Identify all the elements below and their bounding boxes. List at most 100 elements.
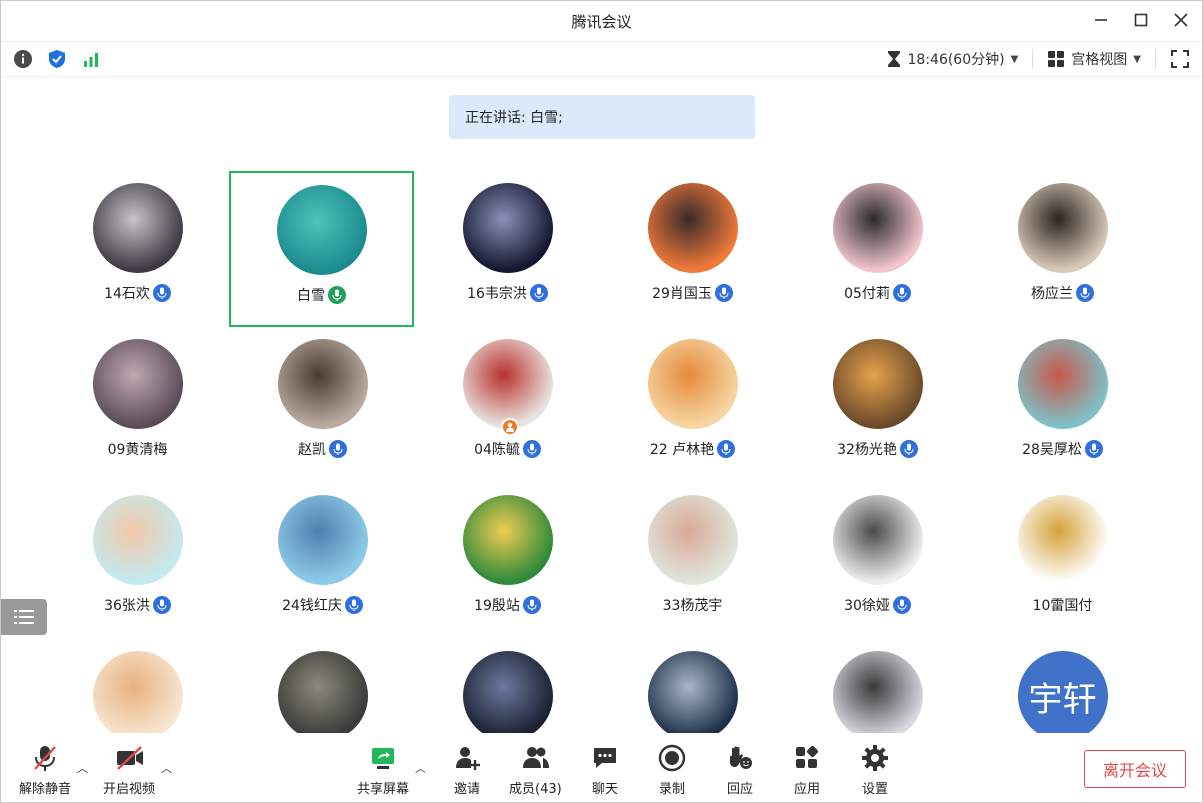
unmute-button[interactable]: 解除静音 bbox=[19, 744, 71, 797]
participant-tile[interactable]: 宇轩 bbox=[970, 639, 1155, 733]
toolbar-divider bbox=[1032, 49, 1034, 69]
host-badge-icon bbox=[500, 418, 519, 436]
chevron-down-icon: ▼ bbox=[1010, 53, 1019, 65]
meeting-toolbar: 18:46(60分钟) ▼ 宫格视图 ▼ bbox=[1, 41, 1202, 77]
participant-tile[interactable]: 36张洪 bbox=[45, 483, 230, 639]
avatar bbox=[832, 495, 923, 585]
members-icon bbox=[521, 744, 550, 772]
avatar bbox=[92, 183, 183, 273]
participant-tile[interactable]: 29肖国玉 bbox=[600, 171, 785, 327]
mic-speaking-icon bbox=[328, 286, 346, 304]
share-screen-button[interactable]: 共享屏幕 bbox=[357, 744, 409, 797]
start-video-button[interactable]: 开启视频 bbox=[103, 744, 155, 797]
mic-muted-icon bbox=[31, 744, 59, 772]
participant-name: 33杨茂宇 bbox=[662, 598, 723, 614]
timer-text: 18:46(60分钟) bbox=[907, 52, 1005, 68]
members-button[interactable]: 成员(43) bbox=[509, 744, 562, 797]
participant-tile[interactable] bbox=[45, 639, 230, 733]
minimize-button[interactable] bbox=[1090, 9, 1112, 31]
participant-tile[interactable]: 10雷国付 bbox=[970, 483, 1155, 639]
participant-tile[interactable]: 14石欢 bbox=[45, 171, 230, 327]
participant-tile[interactable]: 05付莉 bbox=[785, 171, 970, 327]
chat-button[interactable]: 聊天 bbox=[591, 744, 619, 797]
info-icon[interactable] bbox=[13, 49, 33, 69]
avatar bbox=[92, 651, 183, 733]
avatar bbox=[277, 339, 368, 429]
participant-name: 05付莉 bbox=[844, 286, 890, 302]
avatar bbox=[277, 495, 368, 585]
avatar bbox=[462, 183, 553, 273]
hourglass-icon bbox=[887, 51, 900, 67]
leave-meeting-button[interactable]: 离开会议 bbox=[1084, 750, 1186, 788]
close-button[interactable] bbox=[1170, 9, 1192, 31]
participant-name-row: 04陈毓 bbox=[474, 439, 541, 459]
participant-name-row: 杨应兰 bbox=[1031, 283, 1094, 303]
participant-tile[interactable]: 白雪 bbox=[229, 171, 414, 327]
participant-tile[interactable] bbox=[230, 639, 415, 733]
react-button[interactable]: 回应 bbox=[726, 744, 754, 797]
apps-button[interactable]: 应用 bbox=[793, 744, 821, 797]
settings-button[interactable]: 设置 bbox=[861, 744, 889, 797]
mic-icon bbox=[522, 440, 541, 458]
share-screen-label: 共享屏幕 bbox=[357, 782, 410, 797]
participant-tile[interactable]: 杨应兰 bbox=[970, 171, 1155, 327]
invite-label: 邀请 bbox=[453, 782, 480, 797]
settings-label: 设置 bbox=[861, 782, 888, 797]
participant-tile[interactable]: 33杨茂宇 bbox=[600, 483, 785, 639]
record-button[interactable]: 录制 bbox=[658, 744, 686, 797]
share-options-chevron-icon[interactable]: ︿ bbox=[415, 760, 426, 776]
participant-name-row: 22 卢林艳 bbox=[649, 439, 736, 459]
participant-name: 16韦宗洪 bbox=[467, 286, 527, 302]
maximize-button[interactable] bbox=[1130, 9, 1152, 31]
mic-icon bbox=[899, 440, 918, 458]
avatar bbox=[647, 495, 738, 585]
fullscreen-icon[interactable] bbox=[1170, 49, 1190, 69]
raise-hand-icon bbox=[726, 744, 754, 772]
title-bar: 腾讯会议 bbox=[1, 1, 1202, 41]
react-label: 回应 bbox=[726, 782, 753, 797]
participant-tile[interactable] bbox=[415, 639, 600, 733]
view-switcher[interactable]: 宫格视图 ▼ bbox=[1047, 49, 1141, 69]
mic-icon bbox=[152, 284, 171, 302]
audio-options-chevron-icon[interactable]: ︿ bbox=[77, 760, 88, 776]
avatar bbox=[462, 339, 553, 436]
mic-icon bbox=[152, 596, 171, 614]
shield-icon[interactable] bbox=[47, 49, 67, 69]
avatar bbox=[1017, 183, 1108, 273]
participant-tile[interactable]: 32杨光艳 bbox=[785, 327, 970, 483]
maximize-icon bbox=[1134, 13, 1148, 27]
participant-name: 30徐娅 bbox=[844, 598, 890, 614]
participant-tile[interactable]: 24钱红庆 bbox=[230, 483, 415, 639]
list-icon bbox=[14, 610, 34, 624]
participant-tile[interactable] bbox=[600, 639, 785, 733]
participant-name: 22 卢林艳 bbox=[649, 442, 715, 458]
participant-tile[interactable]: 22 卢林艳 bbox=[600, 327, 785, 483]
participant-name-row: 09黄清梅 bbox=[108, 439, 168, 459]
participant-tile[interactable]: 28吴厚松 bbox=[970, 327, 1155, 483]
avatar bbox=[647, 339, 738, 429]
video-options-chevron-icon[interactable]: ︿ bbox=[161, 760, 172, 776]
signal-icon[interactable] bbox=[81, 49, 101, 69]
invite-button[interactable]: 邀请 bbox=[453, 744, 481, 797]
avatar bbox=[647, 183, 738, 273]
participant-name-row: 16韦宗洪 bbox=[467, 283, 548, 303]
avatar bbox=[1017, 339, 1108, 429]
participant-name-row: 白雪 bbox=[297, 285, 346, 305]
participant-tile[interactable]: 16韦宗洪 bbox=[415, 171, 600, 327]
avatar bbox=[92, 339, 183, 429]
participant-tile[interactable] bbox=[785, 639, 970, 733]
meeting-window: 腾讯会议 18:46(60分钟) ▼ 宫格视图 ▼ 正在讲话: 白雪; 14石欢… bbox=[0, 0, 1203, 803]
participant-tile[interactable]: 赵凯 bbox=[230, 327, 415, 483]
mic-icon bbox=[529, 284, 548, 302]
participant-tile[interactable]: 19殷站 bbox=[415, 483, 600, 639]
participant-tile[interactable]: 09黄清梅 bbox=[45, 327, 230, 483]
participant-tile[interactable]: 30徐娅 bbox=[785, 483, 970, 639]
participant-name-row: 24钱红庆 bbox=[282, 595, 363, 615]
toolbar-right: 18:46(60分钟) ▼ 宫格视图 ▼ bbox=[886, 42, 1191, 76]
participant-tile[interactable]: 04陈毓 bbox=[415, 327, 600, 483]
participant-name: 29肖国玉 bbox=[652, 286, 712, 302]
avatar bbox=[462, 495, 553, 585]
avatar bbox=[276, 185, 367, 275]
meeting-timer[interactable]: 18:46(60分钟) ▼ bbox=[886, 49, 1019, 69]
participant-list-toggle[interactable] bbox=[1, 599, 47, 635]
